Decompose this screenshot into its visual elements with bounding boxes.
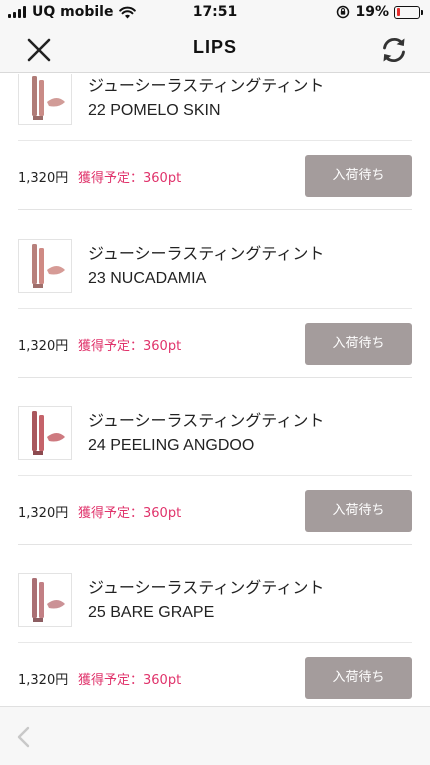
product-name: ジューシーラスティングティント	[88, 244, 325, 263]
product-price: 1,320円	[18, 673, 69, 688]
price-row: 1,320円 獲得予定：360pt 入荷待ち	[18, 309, 412, 378]
product-header[interactable]: ジューシーラスティングティント 25 BARE GRAPE	[18, 571, 412, 643]
nav-bar: LIPS	[0, 26, 430, 73]
battery-fill	[396, 8, 401, 16]
product-item: ジューシーラスティングティント 24 PEELING ANGDOO 1,320円…	[0, 404, 430, 571]
points-label: 獲得予定：360pt	[78, 673, 182, 688]
price-row: 1,320円 獲得予定：360pt 入荷待ち	[18, 476, 412, 545]
battery-icon	[394, 5, 423, 19]
price-row: 1,320円 獲得予定：360pt 入荷待ち	[18, 141, 412, 210]
lip-tint-image-icon	[32, 578, 65, 622]
product-shade: 25 BARE GRAPE	[88, 604, 215, 621]
status-bar: UQ mobile 17:51 19%	[0, 0, 430, 26]
product-item: ジューシーラスティングティント 25 BARE GRAPE 1,320円 獲得予…	[0, 571, 430, 706]
product-header[interactable]: ジューシーラスティングティント 24 PEELING ANGDOO	[18, 404, 412, 476]
product-thumbnail[interactable]	[18, 239, 72, 293]
product-header[interactable]: ジューシーラスティングティント 23 NUCADAMIA	[18, 237, 412, 309]
product-name: ジューシーラスティングティント	[88, 76, 325, 95]
product-price: 1,320円	[18, 339, 69, 354]
page-title: LIPS	[192, 37, 237, 57]
product-item: ジューシーラスティングティント 22 POMELO SKIN 1,320円 獲得…	[0, 74, 430, 236]
restock-wait-button[interactable]: 入荷待ち	[305, 323, 412, 365]
back-arrow-icon[interactable]	[14, 725, 34, 749]
restock-wait-button[interactable]: 入荷待ち	[305, 490, 412, 532]
product-shade: 23 NUCADAMIA	[88, 270, 207, 287]
product-name: ジューシーラスティングティント	[88, 411, 325, 430]
battery-percent: 19%	[355, 4, 389, 20]
product-item: ジューシーラスティングティント 23 NUCADAMIA 1,320円 獲得予定…	[0, 237, 430, 404]
points-label: 獲得予定：360pt	[78, 171, 182, 186]
price-row: 1,320円 獲得予定：360pt 入荷待ち	[18, 643, 412, 706]
product-shade: 24 PEELING ANGDOO	[88, 437, 255, 454]
orientation-lock-icon	[337, 5, 350, 19]
product-thumbnail[interactable]	[18, 406, 72, 460]
product-price: 1,320円	[18, 506, 69, 521]
bottom-toolbar	[0, 706, 430, 765]
lip-tint-image-icon	[32, 244, 65, 288]
product-header[interactable]: ジューシーラスティングティント 22 POMELO SKIN	[18, 74, 412, 141]
points-label: 獲得予定：360pt	[78, 339, 182, 354]
lip-tint-image-icon	[32, 76, 65, 120]
product-list[interactable]: ジューシーラスティングティント 22 POMELO SKIN 1,320円 獲得…	[0, 74, 430, 706]
lip-tint-image-icon	[32, 411, 65, 455]
status-right: 19%	[336, 4, 423, 20]
points-label: 獲得予定：360pt	[78, 506, 182, 521]
product-price: 1,320円	[18, 171, 69, 186]
product-name: ジューシーラスティングティント	[88, 578, 325, 597]
restock-wait-button[interactable]: 入荷待ち	[305, 155, 412, 197]
product-thumbnail[interactable]	[18, 74, 72, 125]
refresh-icon[interactable]	[378, 34, 410, 66]
product-shade: 22 POMELO SKIN	[88, 102, 221, 119]
restock-wait-button[interactable]: 入荷待ち	[305, 657, 412, 699]
product-thumbnail[interactable]	[18, 573, 72, 627]
